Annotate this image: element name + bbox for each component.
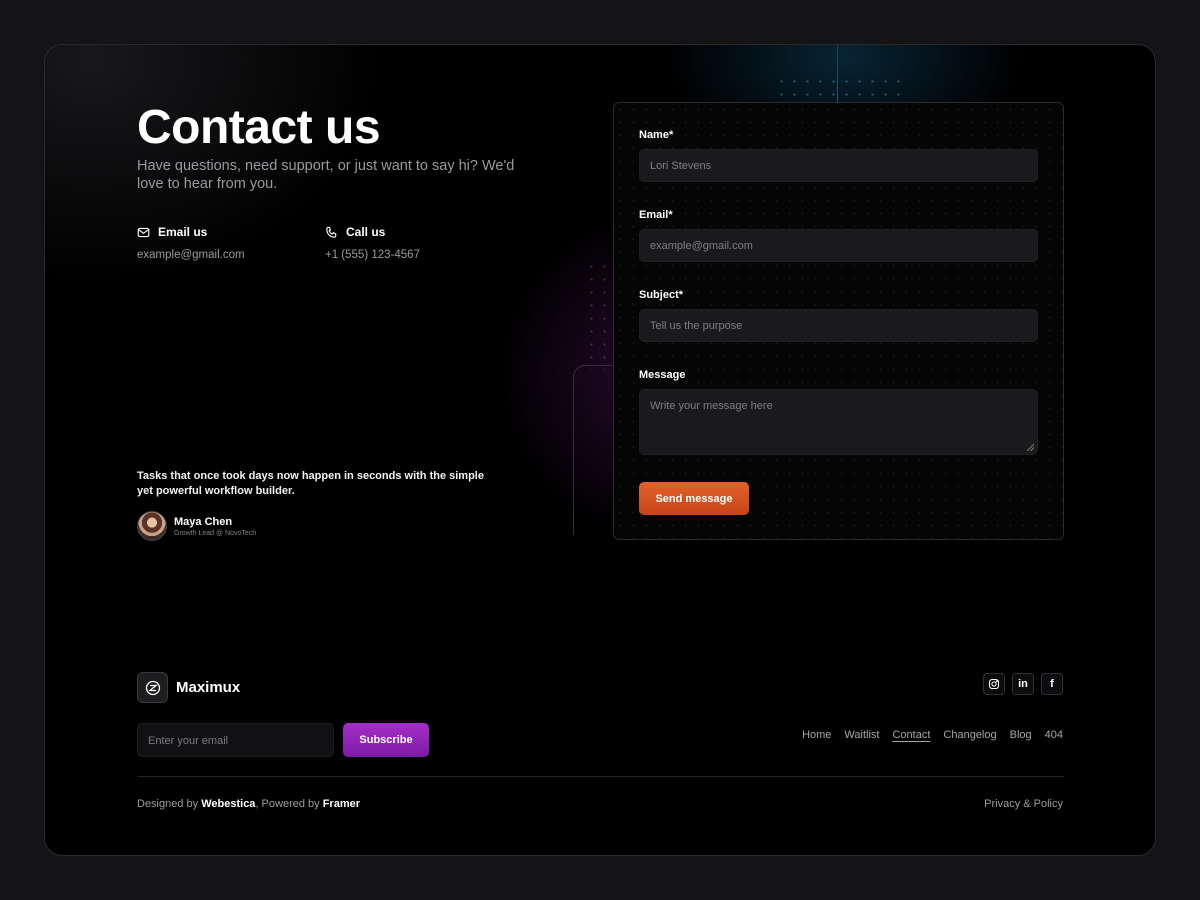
name-label: Name* <box>639 129 674 141</box>
nav-link-contact[interactable]: Contact <box>892 729 930 741</box>
email-label: Email* <box>639 209 673 221</box>
brand-name: Maximux <box>176 679 241 696</box>
phone-contact-heading: Call us <box>325 225 420 239</box>
footer-nav: Home Waitlist Contact Changelog Blog 404 <box>802 729 1063 741</box>
email-input[interactable]: example@gmail.com <box>639 229 1038 262</box>
subject-input[interactable]: Tell us the purpose <box>639 309 1038 342</box>
author-name: Maya Chen <box>174 515 233 528</box>
subject-label: Subject* <box>639 289 684 301</box>
dot-pattern <box>585 260 615 370</box>
credits-designer-link[interactable]: Webestica <box>201 798 255 810</box>
phone-contact-label: Call us <box>346 225 386 239</box>
mail-icon <box>137 227 150 237</box>
email-contact-label: Email us <box>158 225 208 239</box>
nav-link-home[interactable]: Home <box>802 729 831 741</box>
footer-credits: Designed by Webestica, Powered by Framer <box>137 798 360 810</box>
resize-handle-icon[interactable] <box>1027 444 1034 451</box>
linkedin-icon[interactable]: in <box>1012 673 1034 695</box>
brand-logo-icon <box>137 672 168 703</box>
credits-prefix: Designed by <box>137 798 202 810</box>
testimonial-quote: Tasks that once took days now happen in … <box>137 470 484 497</box>
email-field-group: Email* example@gmail.com <box>639 209 1038 262</box>
message-field-group: Message Write your message here <box>639 369 1038 455</box>
avatar <box>137 511 167 541</box>
author-role: Growth Lead @ NovoTech <box>174 529 257 537</box>
subject-field-group: Subject* Tell us the purpose <box>639 289 1038 342</box>
email-contact-heading: Email us <box>137 225 245 239</box>
newsletter-email-input[interactable]: Enter your email <box>137 723 334 757</box>
phone-contact-value[interactable]: +1 (555) 123-4567 <box>325 249 420 261</box>
phone-icon <box>326 226 337 238</box>
credits-platform-link[interactable]: Framer <box>323 798 360 810</box>
contact-form: Name* Lori Stevens Email* example@gmail.… <box>613 102 1064 540</box>
message-textarea[interactable]: Write your message here <box>639 389 1038 455</box>
name-input[interactable]: Lori Stevens <box>639 149 1038 182</box>
nav-link-404[interactable]: 404 <box>1045 729 1063 741</box>
email-contact: Email us example@gmail.com <box>137 225 245 261</box>
nav-link-waitlist[interactable]: Waitlist <box>844 729 879 741</box>
decorative-corner <box>573 365 613 535</box>
name-field-group: Name* Lori Stevens <box>639 129 1038 182</box>
testimonial-author: Maya Chen Growth Lead @ NovoTech <box>137 511 256 541</box>
subscribe-button[interactable]: Subscribe <box>343 723 429 757</box>
footer-brand[interactable]: Maximux <box>137 672 240 703</box>
credits-middle: , Powered by <box>255 798 323 810</box>
dot-pattern <box>775 75 905 105</box>
nav-link-changelog[interactable]: Changelog <box>943 729 996 741</box>
email-contact-value[interactable]: example@gmail.com <box>137 249 245 261</box>
page-title: Contact us <box>137 101 381 154</box>
footer-divider <box>137 776 1064 777</box>
phone-contact: Call us +1 (555) 123-4567 <box>325 225 420 261</box>
social-links: in f <box>983 673 1063 695</box>
message-label: Message <box>639 369 686 381</box>
nav-link-blog[interactable]: Blog <box>1010 729 1032 741</box>
send-message-button[interactable]: Send message <box>639 482 749 515</box>
decorative-line <box>837 45 838 103</box>
page-subtitle: Have questions, need support, or just wa… <box>137 158 515 192</box>
privacy-policy-link[interactable]: Privacy & Policy <box>984 798 1063 810</box>
message-placeholder: Write your message here <box>650 400 773 412</box>
instagram-icon[interactable] <box>983 673 1005 695</box>
page-frame: Contact us Have questions, need support,… <box>44 44 1156 856</box>
facebook-icon[interactable]: f <box>1041 673 1063 695</box>
